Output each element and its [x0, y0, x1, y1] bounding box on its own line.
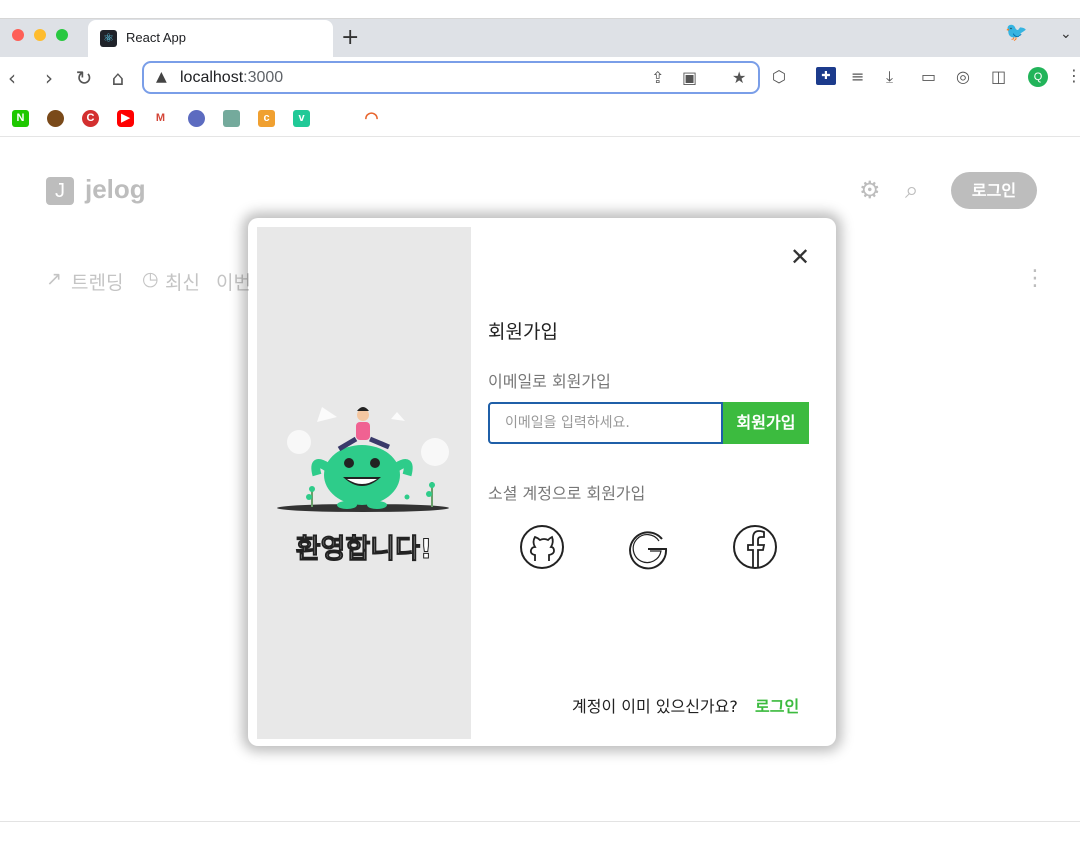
browser-tab[interactable]: ⚛ React App	[88, 20, 333, 58]
camera-icon[interactable]: ▭	[921, 67, 936, 86]
github-icon[interactable]	[518, 523, 566, 571]
modal-left-panel: 환영합니다!	[257, 227, 471, 739]
search-icon[interactable]: ⌕	[905, 176, 918, 204]
browser-menu-icon[interactable]: ⋮	[1066, 66, 1080, 85]
reload-icon[interactable]: ↻	[72, 64, 96, 92]
email-signup-label: 이메일로 회원가입	[488, 372, 611, 391]
bookmark-spinner-icon[interactable]: ◠	[363, 110, 380, 127]
youtube-bookmark-icon[interactable]: ▶	[117, 110, 134, 127]
signup-button[interactable]: 회원가입	[723, 402, 809, 444]
forward-icon[interactable]: ›	[37, 64, 61, 92]
logo-text[interactable]: jelog	[85, 174, 146, 205]
bookmark-c-icon[interactable]: C	[82, 110, 99, 127]
bookmark-star-icon[interactable]: ★	[732, 68, 746, 87]
install-app-icon[interactable]: ▣	[682, 68, 697, 87]
bookmark-c-orange-icon[interactable]: c	[258, 110, 275, 127]
welcome-illustration	[277, 407, 449, 512]
react-favicon-icon: ⚛	[100, 30, 117, 47]
period-filter[interactable]: 이번	[216, 268, 251, 295]
tab-recent[interactable]: 최신	[165, 268, 200, 295]
signup-modal: 환영합니다! ✕ 회원가입 이메일로 회원가입 회원가입 소셜 계정으로 회원가…	[257, 227, 827, 739]
social-signup-label: 소셜 계정으로 회원가입	[488, 484, 646, 503]
theme-toggle-gear-icon[interactable]: ⚙	[859, 176, 881, 204]
trending-icon: ↗	[46, 268, 62, 290]
zoom-window-button[interactable]	[56, 29, 68, 41]
tab-title: React App	[126, 30, 186, 45]
extension-puzzle-icon[interactable]: ⬡	[772, 67, 786, 86]
google-icon[interactable]	[624, 523, 672, 571]
window-top-strip	[0, 0, 1080, 19]
login-link[interactable]: 로그인	[755, 693, 799, 717]
back-icon[interactable]: ‹	[0, 64, 24, 92]
download-icon[interactable]: ⤓	[886, 67, 893, 87]
home-icon[interactable]: ⌂	[106, 64, 130, 92]
minimize-window-button[interactable]	[34, 29, 46, 41]
close-icon[interactable]: ✕	[790, 243, 810, 271]
bookmark-shield-icon[interactable]	[47, 110, 64, 127]
has-account-text: 계정이 이미 있으신가요?	[572, 697, 738, 716]
welcome-text: 환영합니다!	[295, 534, 433, 566]
page-divider	[0, 821, 1080, 822]
facebook-icon[interactable]	[731, 523, 779, 571]
email-input[interactable]	[488, 402, 723, 444]
close-window-button[interactable]	[12, 29, 24, 41]
header-login-button[interactable]: 로그인	[951, 172, 1037, 209]
new-tab-button[interactable]: +	[341, 26, 359, 50]
reading-list-icon[interactable]: ≡	[851, 67, 864, 86]
velog-bookmark-icon[interactable]: v	[293, 110, 310, 127]
modal-title: 회원가입	[488, 321, 558, 343]
clock-icon: ◷	[142, 268, 159, 290]
tab-trending[interactable]: 트렌딩	[71, 268, 123, 295]
bookmark-globe-icon[interactable]	[188, 110, 205, 127]
address-url[interactable]: localhost:3000	[180, 69, 283, 87]
tab-list-chevron-icon[interactable]: ⌄	[1060, 26, 1072, 42]
logo-icon[interactable]: J	[46, 177, 74, 205]
gmail-bookmark-icon[interactable]: M	[152, 110, 169, 127]
share-icon[interactable]: ⇪	[651, 68, 664, 87]
more-options-icon[interactable]: ⋮	[1024, 266, 1046, 291]
profile-avatar[interactable]: Q	[1028, 67, 1048, 87]
screenshot-icon[interactable]: ◎	[956, 67, 970, 86]
naver-bookmark-icon[interactable]: N	[12, 110, 29, 127]
uk-flag-icon[interactable]: ✚	[816, 67, 836, 85]
chatgpt-bookmark-icon[interactable]	[223, 110, 240, 127]
tab-search-icon[interactable]: 🐦	[1005, 22, 1027, 43]
side-panel-icon[interactable]: ◫	[991, 67, 1006, 86]
not-secure-warning-icon[interactable]: ▲	[156, 69, 167, 85]
address-bar[interactable]: ▲ localhost:3000 ⇪ ▣ ★	[142, 61, 760, 94]
bookmarks-bar: N C ▶ M c v ◠	[0, 101, 1080, 137]
